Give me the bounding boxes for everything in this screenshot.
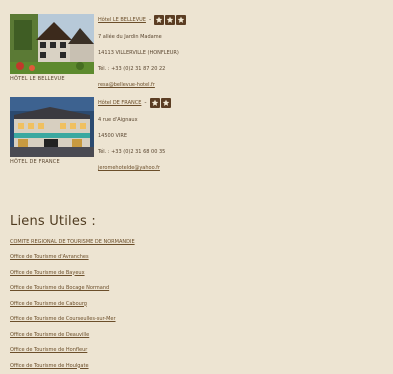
separator: -: [144, 99, 147, 106]
star-icon: [154, 15, 165, 25]
link-ot-honfleur[interactable]: Office de Tourisme de Honfleur: [10, 347, 87, 353]
list-item: Office de Tourisme de Bayeux: [10, 266, 135, 282]
list-item: Office de Tourisme de Honfleur: [10, 343, 135, 359]
star-icon: [176, 15, 187, 25]
hotel-email-link[interactable]: resa@bellevue-hotel.fr: [98, 82, 155, 88]
hotel-star-rating: [154, 15, 187, 25]
hotel-star-rating: [149, 98, 171, 108]
hotel-phone: Tél. : +33 (0)2 31 68 00 35: [98, 149, 166, 155]
hotel-info: Hôtel LE BELLEVUE - 7 allée du Jardin Ma…: [98, 14, 318, 91]
hotel-info: Hôtel DE FRANCE - 4 rue d'Aignaux 14500 …: [98, 97, 318, 174]
hotel-address-street: 4 rue d'Aignaux: [98, 117, 138, 123]
hotel-name-line: Hôtel LE BELLEVUE -: [98, 14, 318, 26]
hotel-photo-block: HÔTEL DE FRANCE: [10, 97, 94, 165]
hotel-name-link[interactable]: Hôtel DE FRANCE: [98, 97, 141, 109]
hotel-address-city: 14500 VIRE: [98, 133, 128, 139]
hotel-photo-caption: HÔTEL LE BELLEVUE: [10, 76, 65, 82]
link-ot-cabourg[interactable]: Office de Tourisme de Cabourg: [10, 301, 87, 307]
star-icon: [165, 15, 176, 25]
link-ot-avranches[interactable]: Office de Tourisme d'Avranches: [10, 254, 89, 260]
link-ot-deauville[interactable]: Office de Tourisme de Deauville: [10, 332, 89, 338]
hotel-photo-block: HÔTEL LE BELLEVUE: [10, 14, 94, 82]
hotel-bellevue-photo[interactable]: [10, 14, 94, 74]
hotel-name-link[interactable]: Hôtel LE BELLEVUE: [98, 14, 146, 26]
hotel-address-city: 14113 VILLERVILLE (HONFLEUR): [98, 50, 179, 56]
useful-links-list: COMITE REGIONAL DE TOURISME DE NORMANDIE…: [10, 237, 135, 374]
star-icon: [160, 98, 171, 108]
hotel-email-link[interactable]: jeromehotelde@yahoo.fr: [98, 165, 160, 171]
link-ot-bayeux[interactable]: Office de Tourisme de Bayeux: [10, 270, 85, 276]
list-item: Office de Tourisme de Houlgate: [10, 359, 135, 374]
list-item: Office de Tourisme de Courseulles-sur-Me…: [10, 312, 135, 328]
links-section-title: Liens Utiles :: [10, 214, 96, 229]
list-item: COMITE REGIONAL DE TOURISME DE NORMANDIE: [10, 237, 135, 250]
link-ot-bocage-normand[interactable]: Office de Tourisme du Bocage Normand: [10, 285, 109, 291]
hotel-name-line: Hôtel DE FRANCE -: [98, 97, 318, 109]
link-ot-houlgate[interactable]: Office de Tourisme de Houlgate: [10, 363, 89, 369]
separator: -: [148, 16, 152, 23]
hotel-photo-caption: HÔTEL DE FRANCE: [10, 159, 60, 165]
hotel-address-street: 7 allée du Jardin Madame: [98, 34, 162, 40]
link-ot-courseulles[interactable]: Office de Tourisme de Courseulles-sur-Me…: [10, 316, 116, 322]
link-crt-normandie[interactable]: COMITE REGIONAL DE TOURISME DE NORMANDIE: [10, 239, 135, 245]
list-item: Office de Tourisme de Deauville: [10, 328, 135, 344]
hotel-france-photo[interactable]: [10, 97, 94, 157]
list-item: Office de Tourisme de Cabourg: [10, 297, 135, 313]
list-item: Office de Tourisme d'Avranches: [10, 250, 135, 266]
star-icon: [149, 98, 160, 108]
list-item: Office de Tourisme du Bocage Normand: [10, 281, 135, 297]
hotel-phone: Tél. : +33 (0)2 31 87 20 22: [98, 66, 166, 72]
